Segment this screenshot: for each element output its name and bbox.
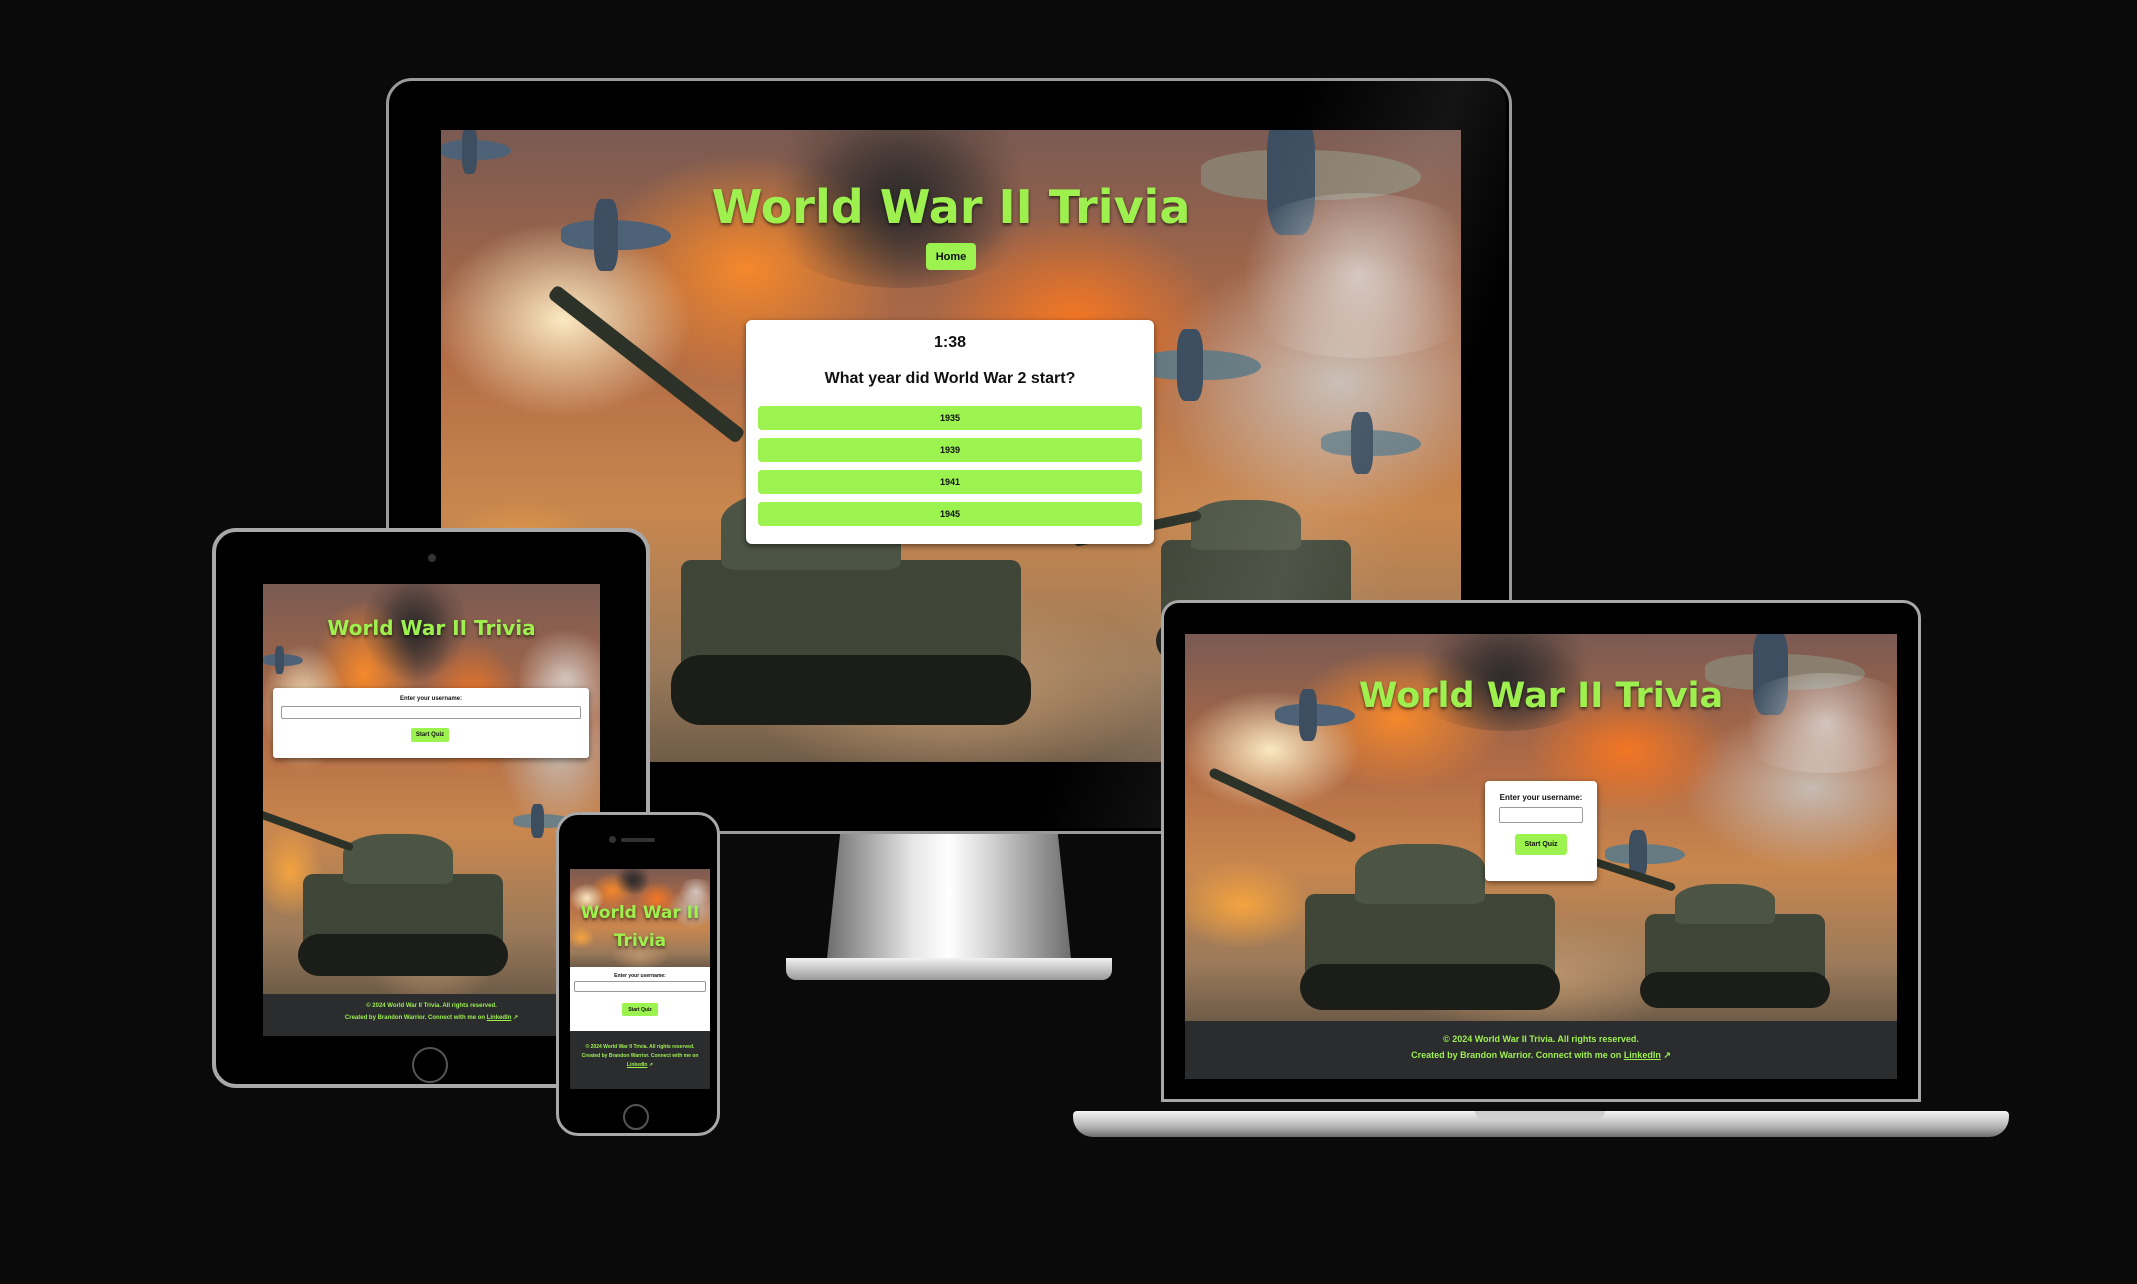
page-title: World War II Trivia: [1358, 676, 1724, 716]
answer-button[interactable]: 1939: [758, 438, 1142, 462]
page-title: World War II Trivia: [711, 180, 1191, 234]
start-card: Enter your username: Start Quiz: [570, 967, 710, 1031]
plane-image: [1605, 830, 1685, 878]
quiz-card: 1:38 What year did World War 2 start? 19…: [746, 320, 1154, 544]
quiz-question: What year did World War 2 start?: [824, 370, 1076, 387]
plane-image: [263, 645, 303, 675]
footer-copyright: © 2024 World War II Trivia. All rights r…: [585, 1044, 695, 1050]
page-title: World War II Trivia: [327, 616, 536, 640]
linkedin-link[interactable]: LinkedIn: [1624, 1050, 1661, 1060]
start-card: Enter your username: Start Quiz: [273, 688, 589, 758]
footer-credit: Created by Brandon Warrior. Connect with…: [344, 1015, 519, 1021]
tank-image: [546, 283, 1031, 725]
footer-credit: Created by Brandon Warrior. Connect with…: [1411, 1050, 1671, 1060]
tablet-home-button: [412, 1047, 448, 1083]
quiz-timer: 1:38: [933, 334, 967, 351]
start-quiz-button[interactable]: Start Quiz: [1515, 834, 1567, 855]
page-title-line-1: World War II: [580, 903, 700, 923]
linkedin-link[interactable]: LinkedIn: [627, 1062, 648, 1068]
external-link-icon: ↗: [1663, 1050, 1671, 1060]
username-label: Enter your username:: [1499, 793, 1583, 802]
tank-image: [1207, 766, 1560, 1010]
username-input[interactable]: [1499, 807, 1583, 823]
imac-base: [786, 958, 1112, 980]
site-footer: © 2024 World War II Trivia. All rights r…: [263, 994, 600, 1036]
username-input[interactable]: [574, 981, 706, 992]
answer-button[interactable]: 1941: [758, 470, 1142, 494]
start-card: Enter your username: Start Quiz: [1485, 781, 1597, 881]
laptop-display: World War II Trivia Enter your username:…: [1185, 634, 1897, 1079]
linkedin-link[interactable]: LinkedIn: [487, 1015, 512, 1021]
username-label: Enter your username:: [399, 696, 463, 702]
phone-speaker: [621, 838, 655, 842]
page-title-line-2: Trivia: [613, 931, 667, 951]
imac-stand: [826, 828, 1072, 968]
plane-image: [1321, 411, 1421, 475]
answer-button[interactable]: 1935: [758, 406, 1142, 430]
tank-image: [1569, 850, 1830, 1008]
phone-device: World War II Trivia Enter your username:…: [556, 812, 720, 1136]
external-link-icon: ↗: [648, 1062, 654, 1068]
tablet-camera: [428, 554, 436, 562]
external-link-icon: ↗: [513, 1015, 519, 1021]
laptop-notch: [1475, 1111, 1605, 1120]
plane-image: [441, 130, 511, 174]
start-quiz-button[interactable]: Start Quiz: [622, 1003, 658, 1016]
footer-copyright: © 2024 World War II Trivia. All rights r…: [366, 1003, 497, 1009]
footer-copyright: © 2024 World War II Trivia. All rights r…: [1443, 1034, 1639, 1044]
tank-image: [263, 806, 508, 976]
answer-button[interactable]: 1945: [758, 502, 1142, 526]
phone-home-button: [623, 1104, 649, 1130]
battlefield-background: [263, 584, 600, 994]
phone-display: World War II Trivia Enter your username:…: [570, 869, 710, 1089]
username-input[interactable]: [281, 706, 581, 719]
site-footer: © 2024 World War II Trivia. All rights r…: [1185, 1021, 1897, 1079]
laptop-device: World War II Trivia Enter your username:…: [1073, 600, 2009, 1140]
phone-camera: [609, 836, 616, 843]
nav-home-button[interactable]: Home: [926, 243, 976, 270]
plane-image: [1141, 329, 1261, 401]
footer-credit: Created by Brandon Warrior. Connect with…: [581, 1053, 699, 1068]
username-label: Enter your username:: [614, 973, 666, 979]
site-footer: © 2024 World War II Trivia. All rights r…: [570, 1031, 710, 1089]
tablet-display: World War II Trivia Enter your username:…: [263, 584, 600, 1036]
start-quiz-button[interactable]: Start Quiz: [411, 728, 449, 742]
